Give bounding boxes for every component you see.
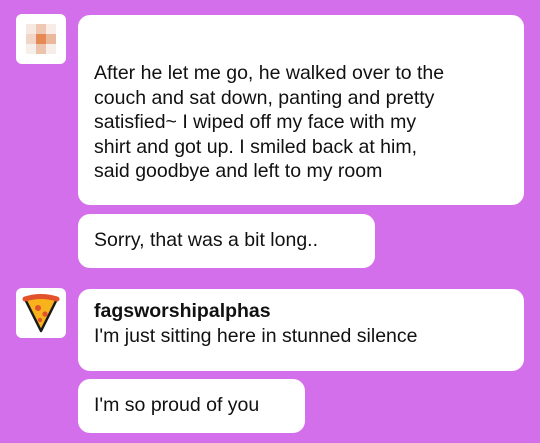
message-line: said goodbye and left to my room	[94, 160, 383, 182]
message-line: Sorry, that was a bit long..	[94, 229, 318, 251]
username[interactable]: fagsworshipalphas	[94, 299, 508, 324]
message-bubble: I'm so proud of you	[78, 379, 305, 433]
message-line: I'm just sitting here in stunned silence	[94, 324, 418, 347]
message-line: satisfied~ I wiped off my face with my	[94, 111, 417, 133]
pizza-slice-icon[interactable]	[16, 288, 66, 338]
pizza-slice-graphic	[22, 294, 60, 333]
message-line: I'm so proud of you	[94, 394, 260, 416]
message-line: shirt and got up. I smiled back at him,	[94, 135, 417, 158]
message-bubble: fagsworshipalphas I'm just sitting here …	[78, 289, 524, 371]
message-line: After he let me go, he walked over to th…	[94, 62, 445, 84]
message-bubble: Sorry, that was a bit long..	[78, 214, 375, 268]
message-bubble: After he let me go, he walked over to th…	[78, 15, 524, 205]
pixel-grid	[26, 24, 56, 54]
message-line: couch and sat down, panting and pretty	[94, 86, 435, 109]
pixelated-avatar-icon[interactable]	[16, 14, 66, 64]
